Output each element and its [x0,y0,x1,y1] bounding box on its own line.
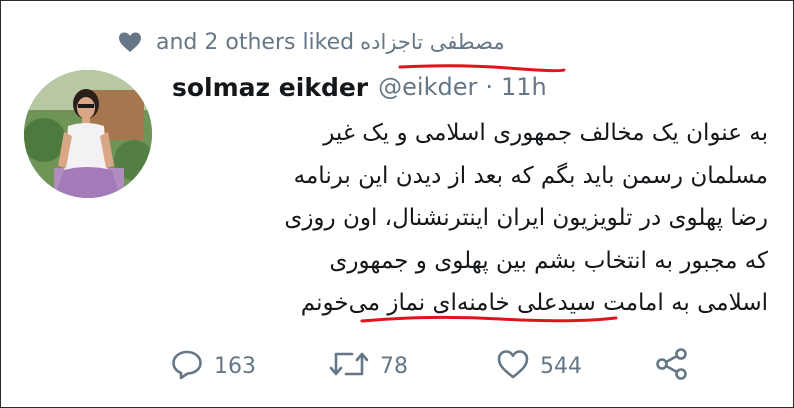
retweet-count: 78 [380,353,408,379]
share-icon [654,347,690,385]
avatar[interactable] [24,70,152,198]
separator: · [485,73,493,101]
retweet-icon [328,349,370,383]
reply-count: 163 [214,353,256,379]
share-button[interactable] [654,342,690,390]
tweet-header: solmaz eikder @eikder · 11h [172,66,547,108]
tweet-text: به عنوان یک مخالف جمهوری اسلامی و یک غیر… [182,112,768,325]
author-handle[interactable]: @eikder [378,73,477,101]
retweet-button[interactable]: 78 [328,342,408,390]
like-count: 544 [540,353,582,379]
tweet-actions: 163 78 544 [170,342,730,390]
liker-name-link[interactable]: مصطفی تاجزاده [360,30,505,54]
social-context: and 2 others liked مصطفی تاجزاده [118,26,505,58]
annotation-underline [360,315,618,323]
tweet-line: که مجبور به انتخاب بشم بین پهلوی و جمهور… [329,247,768,274]
tweet-line: رضا پهلوی در تلویزیون ایران اینترنشنال، … [284,205,768,231]
like-button[interactable]: 544 [496,342,582,390]
tweet-line: به عنوان یک مخالف جمهوری اسلامی و یک غیر [323,120,768,146]
reply-icon [170,348,204,384]
reply-button[interactable]: 163 [170,342,256,390]
timestamp[interactable]: 11h [501,73,547,101]
heart-outline-icon [496,348,530,384]
social-context-text: and 2 others liked [156,29,355,55]
tweet-line: مسلمان رسمن باید بگم که بعد از دیدن این … [293,162,768,189]
heart-icon [118,30,144,54]
author-name[interactable]: solmaz eikder [172,73,368,102]
